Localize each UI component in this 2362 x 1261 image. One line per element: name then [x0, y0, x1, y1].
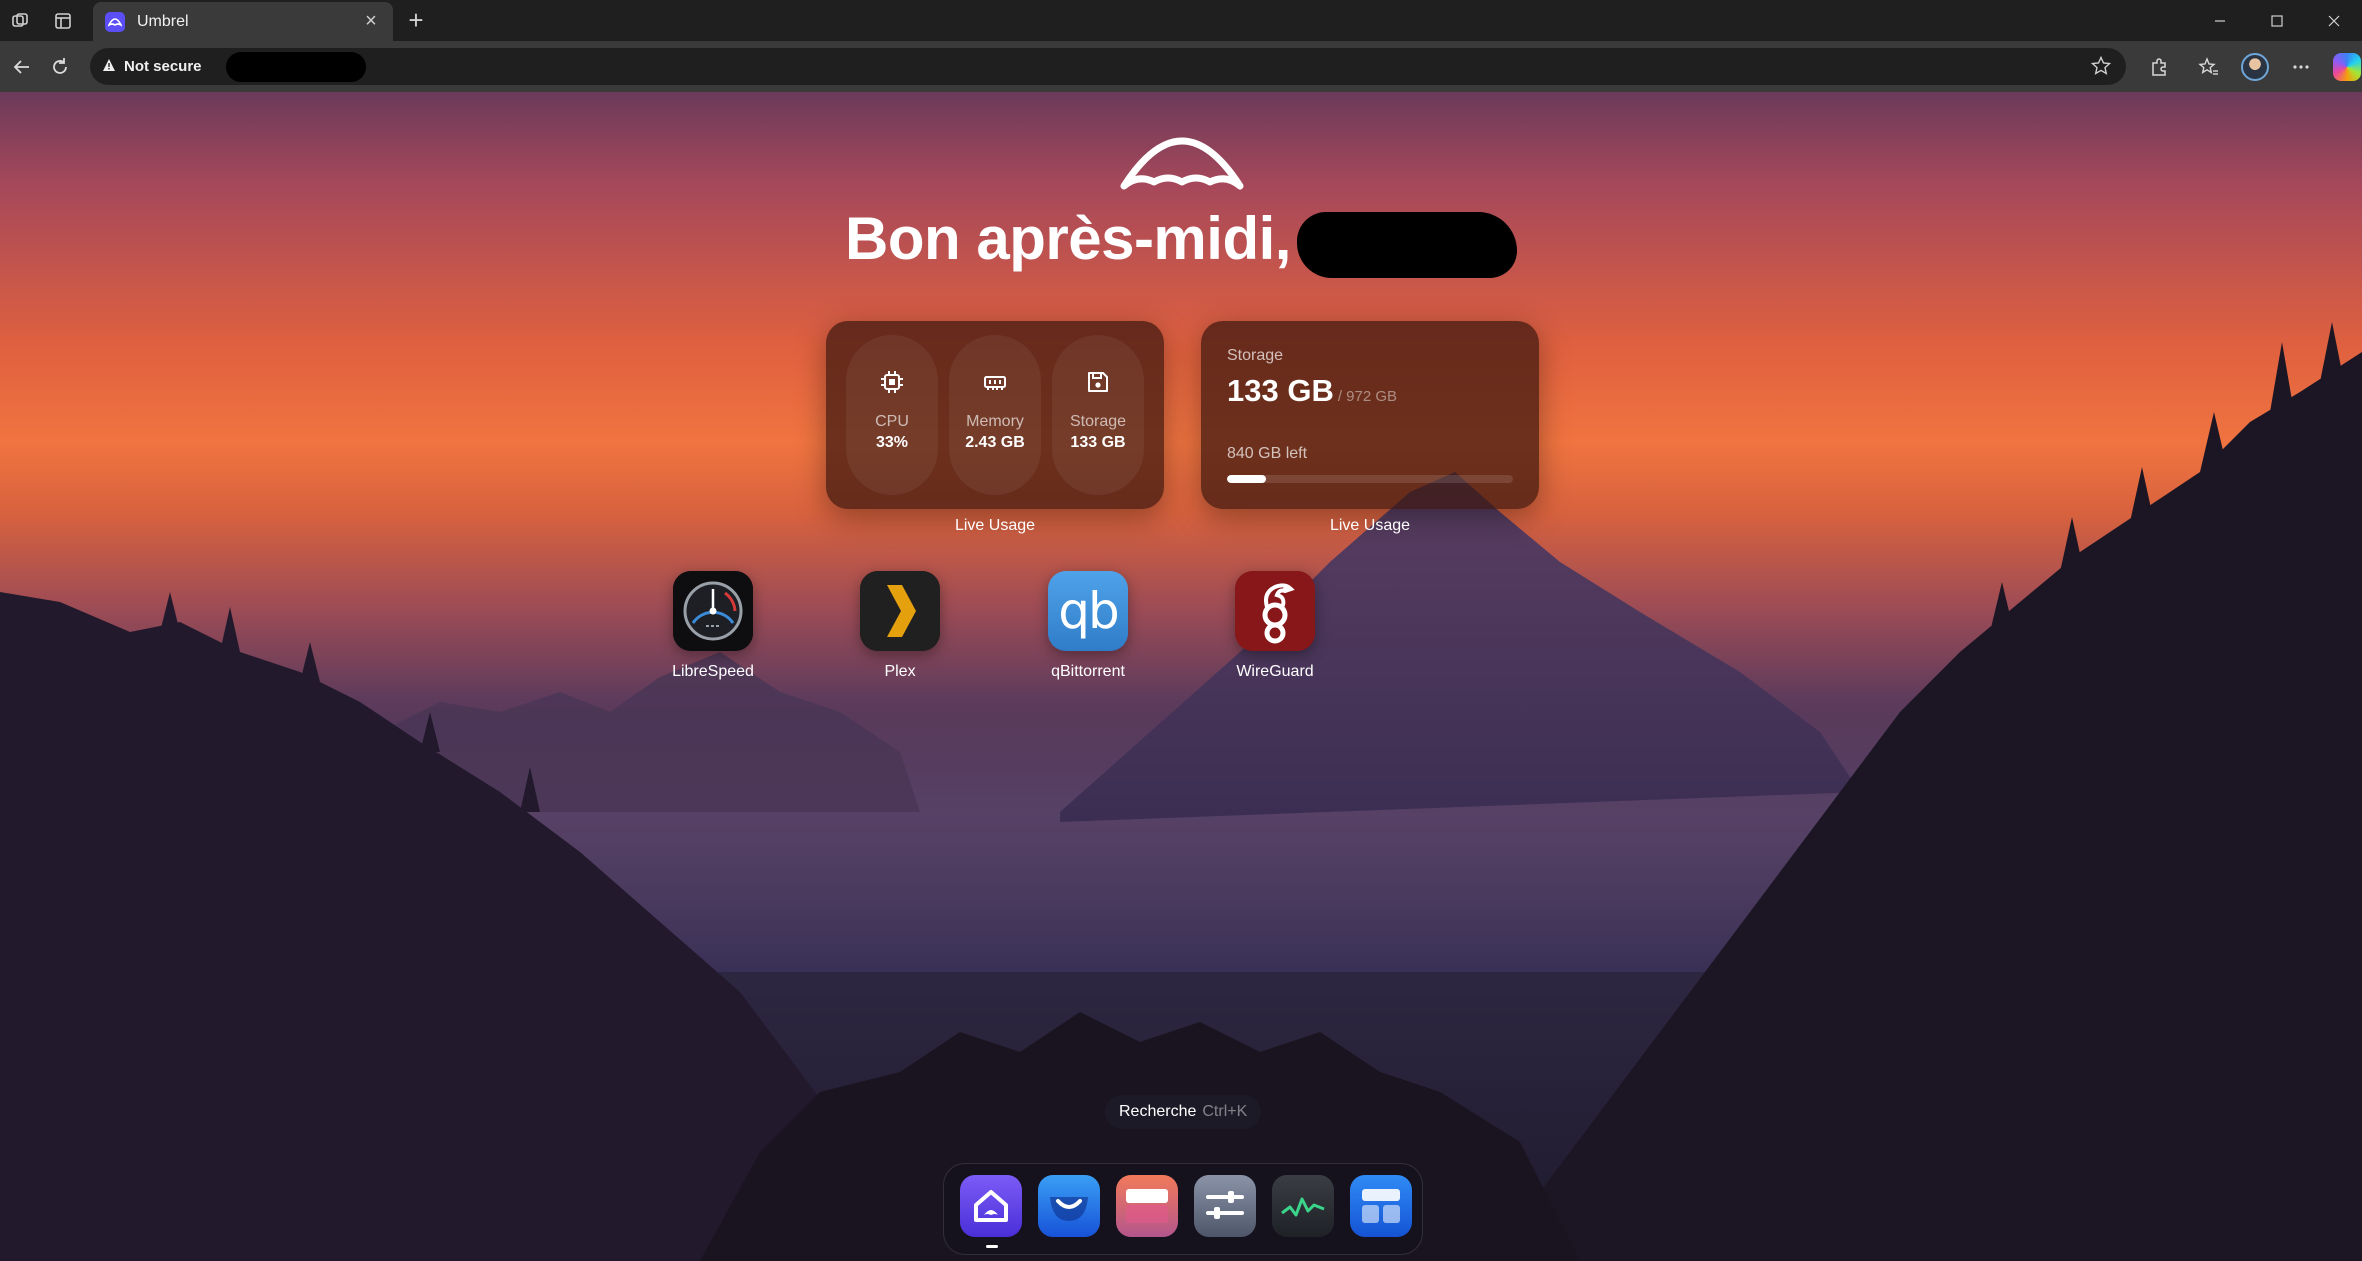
files-icon [1126, 1189, 1168, 1223]
browser-tab-bar: Umbrel × + [0, 0, 2362, 41]
close-window-icon[interactable] [2305, 0, 2362, 41]
app-librespeed[interactable]: LibreSpeed [633, 571, 793, 681]
search-button[interactable]: Recherche Ctrl+K [1105, 1095, 1262, 1129]
cpu-label: CPU [875, 413, 909, 430]
search-shortcut: Ctrl+K [1202, 1103, 1248, 1120]
tab-title: Umbrel [137, 12, 189, 30]
profile-avatar[interactable] [2233, 41, 2277, 92]
more-options-icon[interactable] [2279, 41, 2323, 92]
new-tab-button[interactable]: + [401, 0, 431, 41]
search-label: Recherche [1119, 1103, 1197, 1120]
copilot-icon[interactable] [2325, 41, 2362, 92]
extensions-icon[interactable] [2137, 41, 2181, 92]
workspaces-icon[interactable] [0, 0, 40, 41]
dock-app-store-button[interactable] [1038, 1175, 1100, 1237]
app-store-icon [1050, 1197, 1088, 1221]
cpu-chip-icon [881, 371, 903, 393]
dock-live-usage-button[interactable] [1272, 1175, 1334, 1237]
storage-used: 133 GB/ 972 GB [1227, 373, 1397, 409]
redacted-username [1296, 211, 1517, 278]
url-bar[interactable]: Not secure [90, 48, 2126, 85]
app-qbittorrent[interactable]: qb qBittorrent [1008, 571, 1168, 681]
maximize-icon[interactable] [2248, 0, 2305, 41]
umbrel-home-icon [974, 1190, 1008, 1222]
redacted-url [225, 51, 366, 82]
dock-home-button[interactable] [960, 1175, 1022, 1237]
qb-glyph: qb [1058, 582, 1120, 640]
storage-stat: Storage 133 GB [1052, 335, 1144, 495]
activity-chart-icon [1281, 1197, 1325, 1217]
app-name-wireguard: WireGuard [1236, 663, 1314, 680]
storage-label: Storage [1069, 413, 1127, 430]
plex-chevron-icon [860, 571, 940, 651]
umbrel-logo-icon [1120, 137, 1244, 190]
memory-label: Memory [966, 413, 1024, 430]
reload-icon[interactable] [38, 41, 82, 92]
site-info-button[interactable]: Not secure [102, 58, 202, 76]
dock-widgets-button[interactable] [1350, 1175, 1412, 1237]
app-name-qbittorrent: qBittorrent [1051, 663, 1125, 680]
favorites-icon[interactable] [2187, 41, 2231, 92]
storage-used-value: 133 GB [1227, 373, 1334, 408]
window-controls [2191, 0, 2362, 41]
dock-active-indicator [986, 1245, 998, 1248]
dock-settings-button[interactable] [1194, 1175, 1256, 1237]
memory-stat: Memory 2.43 GB [949, 335, 1041, 495]
app-wireguard[interactable]: WireGuard [1195, 571, 1355, 681]
memory-chip-icon [984, 376, 1006, 390]
security-label: Not secure [124, 58, 202, 75]
storage-left: 840 GB left [1227, 445, 1308, 462]
wireguard-dragon-icon [1235, 571, 1315, 651]
app-name-plex: Plex [884, 663, 916, 680]
settings-sliders-icon [1206, 1191, 1244, 1219]
cpu-value: 33% [875, 434, 909, 451]
tab-close-icon[interactable]: × [361, 10, 381, 33]
storage-progress-fill [1227, 475, 1267, 483]
floppy-disk-icon [1088, 372, 1108, 392]
warning-icon [102, 58, 116, 76]
storage-total: / 972 GB [1337, 388, 1398, 405]
storage-widget-caption: Live Usage [1329, 517, 1411, 534]
umbrel-favicon-icon [105, 11, 125, 32]
speedometer-icon [673, 571, 753, 651]
app-name-librespeed: LibreSpeed [672, 663, 754, 680]
cpu-stat: CPU 33% [846, 335, 938, 495]
dock [943, 1163, 1423, 1255]
widgets-grid-icon [1362, 1189, 1400, 1223]
browser-address-bar: Not secure [0, 41, 2362, 92]
storage-value: 133 GB [1070, 434, 1126, 451]
minimize-icon[interactable] [2191, 0, 2248, 41]
browser-tab-umbrel[interactable]: Umbrel × [93, 2, 393, 41]
umbrel-desktop: Bon après-midi, CPU 33% Memory 2.43 GB S… [0, 92, 2362, 1261]
favorite-star-icon[interactable] [2090, 55, 2112, 83]
dock-files-button[interactable] [1116, 1175, 1178, 1237]
greeting-text: Bon après-midi, [845, 205, 1291, 272]
memory-value: 2.43 GB [965, 434, 1025, 451]
storage-progress-bar [1227, 475, 1513, 483]
tab-actions-icon[interactable] [43, 0, 83, 41]
qb-icon: qb [1048, 571, 1128, 651]
storage-widget-label: Storage [1227, 347, 1284, 364]
system-widget-caption: Live Usage [954, 517, 1036, 534]
system-usage-widget[interactable]: CPU 33% Memory 2.43 GB Storage 133 GB [826, 321, 1164, 509]
app-plex[interactable]: Plex [820, 571, 980, 681]
greeting-heading: Bon après-midi, [0, 204, 2362, 278]
storage-widget[interactable]: Storage 133 GB/ 972 GB 840 GB left [1201, 321, 1539, 509]
